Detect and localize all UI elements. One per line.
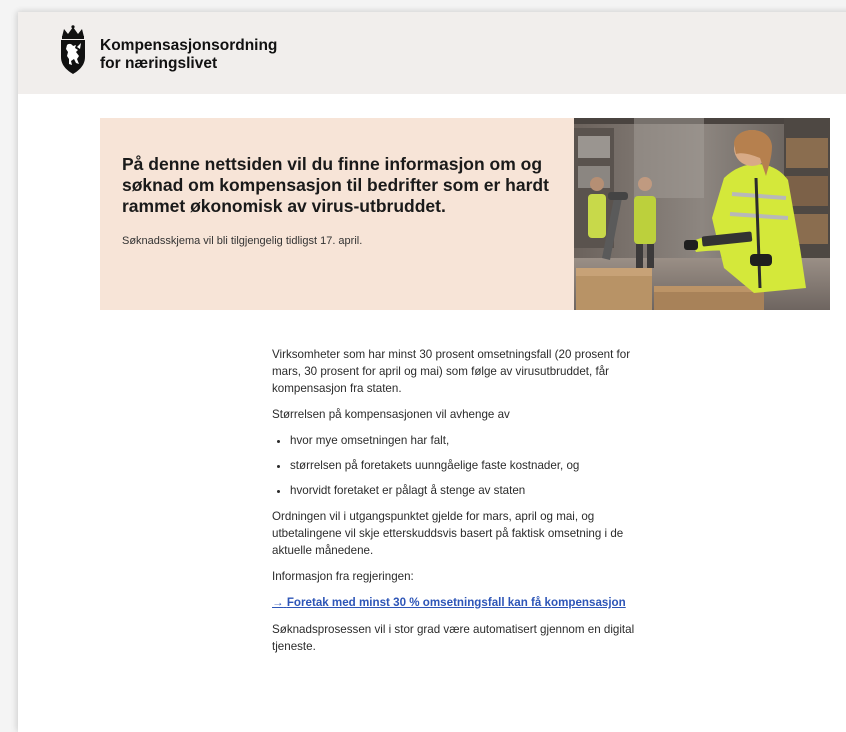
closing-paragraph: Søknadsprosessen vil i stor grad være au…: [272, 623, 635, 653]
site-title-line2: for næringslivet: [100, 55, 218, 72]
list-item: hvor mye omsetningen har falt,: [290, 432, 662, 449]
scheme-paragraph: Ordningen vil i utgangspunktet gjelde fo…: [272, 510, 624, 557]
hero-text: På denne nettsiden vil du finne informas…: [122, 154, 562, 247]
list-item: størrelsen på foretakets uunngåelige fas…: [290, 457, 662, 474]
warehouse-worker-photo: [574, 118, 830, 310]
list-item: hvorvidt foretaket er pålagt å stenge av…: [290, 482, 662, 499]
intro-paragraph: Virksomheter som har minst 30 prosent om…: [272, 348, 631, 395]
site-title[interactable]: Kompensasjonsordning for næringslivet: [100, 37, 277, 73]
main-content: Virksomheter som har minst 30 prosent om…: [272, 346, 662, 664]
site-title-line1: Kompensasjonsordning: [100, 37, 278, 54]
hero-banner: På denne nettsiden vil du finne informas…: [100, 118, 830, 310]
government-info-link[interactable]: → Foretak med minst 30 % omsetningsfall …: [272, 594, 626, 611]
criteria-list: hvor mye omsetningen har falt, størrelse…: [272, 432, 662, 499]
hero-title: På denne nettsiden vil du finne informas…: [122, 154, 549, 216]
size-intro-paragraph: Størrelsen på kompensasjonen vil avhenge…: [272, 408, 510, 421]
gov-info-label: Informasjon fra regjeringen:: [272, 570, 414, 583]
warehouse-worker-image: [574, 118, 830, 310]
coat-of-arms-logo[interactable]: [58, 25, 88, 75]
hero-note: Søknadsskjema vil bli tilgjengelig tidli…: [122, 235, 363, 247]
site-header: Kompensasjonsordning for næringslivet: [18, 12, 846, 94]
arrow-right-icon: →: [272, 596, 284, 609]
government-info-link-text: Foretak med minst 30 % omsetningsfall ka…: [286, 596, 626, 609]
page: Kompensasjonsordning for næringslivet På…: [18, 12, 846, 732]
